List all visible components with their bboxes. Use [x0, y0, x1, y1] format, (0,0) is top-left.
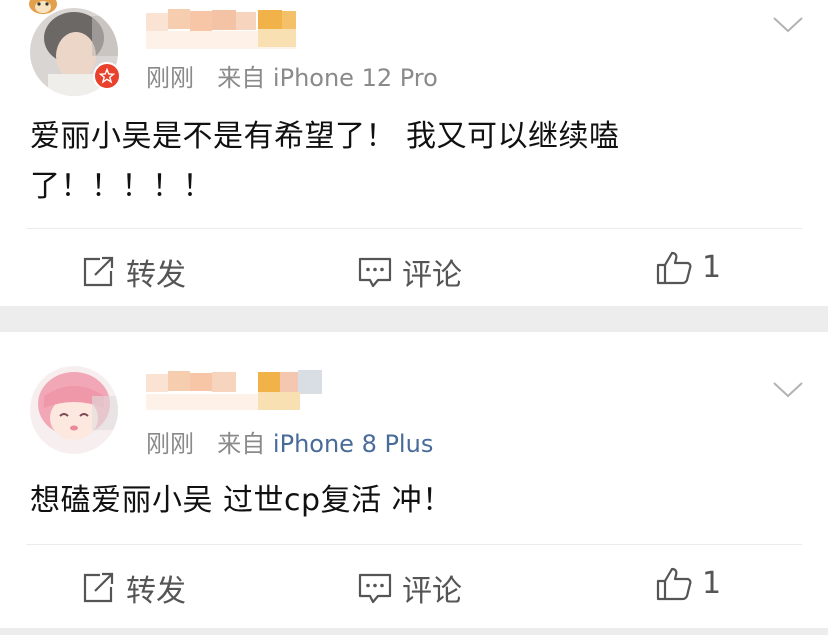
repost-icon	[83, 256, 114, 287]
comment-time: 刚刚	[146, 64, 194, 92]
comment-text-line: 想磕爱丽小吴 过世cp复活 冲！	[30, 483, 453, 518]
comment-meta: 刚刚 来自 iPhone 12 Pro	[146, 58, 438, 93]
like-button[interactable]: 1	[656, 250, 721, 285]
chevron-down-icon[interactable]	[772, 15, 804, 35]
like-count: 1	[702, 566, 722, 601]
comment-card-1: 刚刚 来自 iPhone 12 Pro 爱丽小吴是不是有希望了！ 我又可以继续嗑…	[0, 0, 828, 306]
comment-label: 评论	[402, 574, 462, 609]
comment-text: 想磕爱丽小吴 过世cp复活 冲！	[30, 478, 730, 523]
repost-label: 转发	[126, 258, 186, 293]
source-prefix: 来自	[217, 430, 266, 458]
chevron-down-icon[interactable]	[772, 380, 804, 400]
like-count: 1	[702, 250, 722, 285]
comment-card-2: 刚刚 来自 iPhone 8 Plus 想磕爱丽小吴 过世cp复活 冲！ 转发 …	[0, 332, 828, 628]
avatar[interactable]	[30, 366, 118, 454]
comment-text-line: 爱丽小吴是不是有希望了！ 我又可以继续嗑	[30, 119, 620, 154]
comment-icon	[358, 257, 392, 288]
device-name: iPhone 12 Pro	[272, 64, 438, 92]
thumbs-up-icon	[656, 567, 692, 600]
comment-text-line: 了！！！！！	[30, 169, 213, 204]
user-name-blurred[interactable]	[146, 366, 336, 414]
comment-icon	[358, 573, 392, 604]
thumbs-up-icon	[656, 251, 692, 284]
divider	[26, 544, 802, 545]
comment-time: 刚刚	[146, 430, 194, 458]
comment-text: 爱丽小吴是不是有希望了！ 我又可以继续嗑 了！！！！！	[30, 114, 730, 209]
verified-badge-icon	[93, 62, 121, 90]
like-button[interactable]: 1	[656, 566, 721, 601]
repost-button[interactable]: 转发	[82, 250, 186, 294]
comment-button[interactable]: 评论	[358, 250, 462, 294]
device-name[interactable]: iPhone 8 Plus	[273, 430, 433, 458]
repost-button[interactable]: 转发	[82, 566, 186, 610]
repost-label: 转发	[126, 574, 186, 609]
source-prefix: 来自	[217, 64, 266, 92]
repost-icon	[83, 572, 114, 603]
comment-meta: 刚刚 来自 iPhone 8 Plus	[146, 424, 433, 459]
comment-button[interactable]: 评论	[358, 566, 462, 610]
divider	[26, 228, 802, 229]
user-name-blurred[interactable]	[146, 5, 311, 53]
comment-label: 评论	[402, 258, 462, 293]
